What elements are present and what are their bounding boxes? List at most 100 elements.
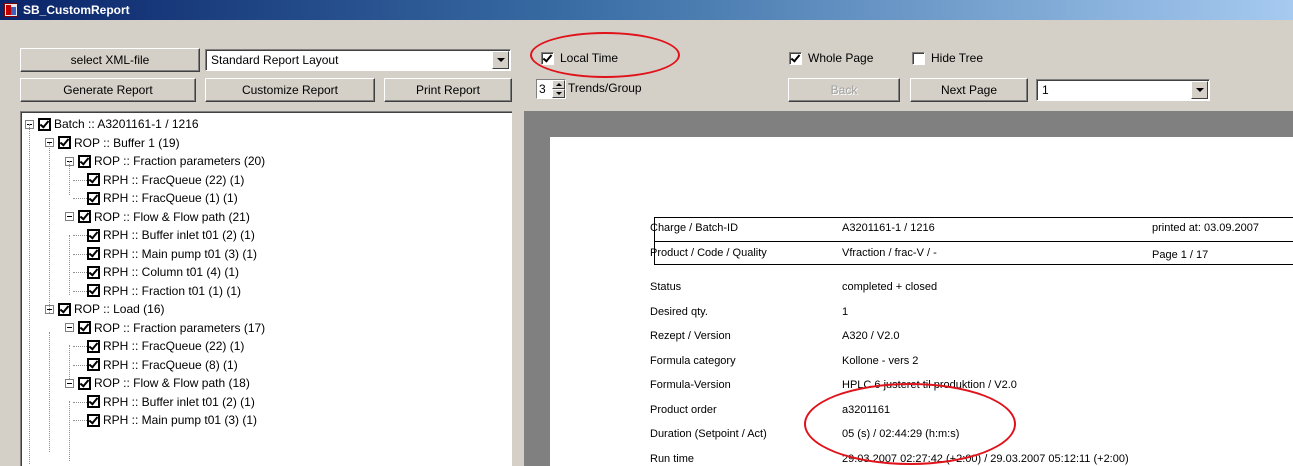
chevron-down-icon[interactable] [1191,81,1208,99]
local-time-label: Local Time [560,51,619,65]
spinner-arrows[interactable] [552,80,565,98]
next-page-button[interactable]: Next Page [910,78,1028,102]
layout-select[interactable]: Standard Report Layout [205,49,511,71]
tree-checkbox[interactable] [38,117,51,131]
tree-node-label: ROP :: Fraction parameters (17) [94,320,266,335]
report-row-label: Status [650,281,682,293]
tree-node[interactable]: RPH :: Main pump t01 (3) (1) [87,411,257,429]
page-select-value: 1 [1042,83,1049,97]
report-header-label: Charge / Batch-ID [650,222,739,234]
tree-checkbox[interactable] [87,395,100,408]
tree-node-label: ROP :: Load (16) [74,302,165,316]
tree-checkbox[interactable] [78,210,91,223]
hide-tree-checkbox[interactable]: Hide Tree [912,49,983,67]
tree-connector [69,345,70,379]
tree-node[interactable]: RPH :: Main pump t01 (3) (1) [87,245,257,263]
chevron-down-icon[interactable] [492,51,509,69]
spin-down-icon[interactable] [552,89,565,98]
report-header-value: A3201161-1 / 1216 [842,222,935,234]
report-row-value: Kollone - vers 2 [842,354,919,367]
tree-connector [73,198,87,199]
tree-connector [49,332,50,452]
local-time-checkbox[interactable]: Local Time [541,49,618,67]
tree-connector [69,401,70,461]
tree-checkbox[interactable] [87,228,100,242]
report-row-label: Rezept / Version [650,330,731,342]
report-header-label: Product / Code / Quality [650,247,767,259]
page-select[interactable]: 1 [1036,79,1210,101]
tree-checkbox[interactable] [87,413,100,427]
tree-node[interactable]: ROP :: Fraction parameters (20) [65,152,265,170]
tree-node[interactable]: RPH :: FracQueue (1) (1) [87,189,238,207]
tree-checkbox[interactable] [87,358,100,371]
report-row-label: Duration (Setpoint / Act) [650,428,767,440]
tree-node[interactable]: ROP :: Load (16) [45,300,165,318]
tree-node-label: RPH :: Fraction t01 (1) (1) [103,283,242,298]
tree-node[interactable]: RPH :: Fraction t01 (1) (1) [87,282,241,300]
print-report-button[interactable]: Print Report [384,78,512,102]
tree-connector [73,401,87,403]
trends-value[interactable]: 3 [537,82,552,96]
tree-node[interactable]: ROP :: Flow & Flow path (18) [65,374,250,392]
whole-page-checkbox[interactable]: Whole Page [789,49,873,67]
tree-node[interactable]: ROP :: Flow & Flow path (21) [65,208,250,226]
tree-checkbox[interactable] [58,302,71,316]
tree-checkbox[interactable] [78,154,91,168]
trends-spinner[interactable]: 3 [536,79,566,99]
tree-checkbox[interactable] [87,265,100,279]
report-row-label: Desired qty. [650,305,708,318]
local-time-check-box[interactable] [541,51,554,65]
tree-node[interactable]: ROP :: Buffer 1 (19) [45,134,180,152]
collapse-icon[interactable] [65,378,74,388]
tree-node[interactable]: RPH :: Buffer inlet t01 (2) (1) [87,393,255,411]
tree-checkbox[interactable] [87,247,100,260]
tree-checkbox[interactable] [87,284,100,297]
tree-checkbox[interactable] [87,173,100,186]
tree-node-label: RPH :: Main pump t01 (3) (1) [103,246,258,261]
tree-node-label: ROP :: Buffer 1 (19) [74,135,180,150]
tree-node[interactable]: Batch :: A3201161-1 / 1216 [25,115,199,133]
tree-node-label: RPH :: FracQueue (8) (1) [103,357,238,372]
tree-node-label: RPH :: Buffer inlet t01 (2) (1) [103,394,255,409]
tree-node[interactable]: RPH :: FracQueue (22) (1) [87,171,244,189]
collapse-icon[interactable] [65,323,74,332]
report-row-label: Formula category [650,354,736,367]
tree-node-label: RPH :: FracQueue (22) (1) [103,339,245,353]
tree-checkbox[interactable] [58,136,71,149]
report-preview[interactable]: Charge / Batch-ID A3201161-1 / 1216 printe… [524,111,1293,466]
tree-node[interactable]: RPH :: Column t01 (4) (1) [87,263,239,281]
report-tree[interactable]: Batch :: A3201161-1 / 1216ROP :: Buffer … [20,111,512,466]
tree-checkbox[interactable] [78,376,91,390]
tree-node-label: ROP :: Flow & Flow path (18) [94,376,250,390]
tree-checkbox[interactable] [87,339,100,353]
tree-connector [73,235,87,236]
report-row-value: 29.03.2007 02:27:42 (+2:00) / 29.03.2007… [842,452,1129,465]
report-row-value: completed + closed [842,281,938,293]
report-row-value: 05 (s) / 02:44:29 (h:m:s) [842,428,960,440]
title-bar: SB_CustomReport [0,0,1293,20]
tree-node-label: RPH :: Buffer inlet t01 (2) (1) [103,228,255,242]
tree-connector [29,124,30,464]
report-row-value: 1 [842,305,849,318]
back-button[interactable]: Back [788,78,900,102]
whole-page-check-box[interactable] [789,51,802,65]
tree-node[interactable]: RPH :: Buffer inlet t01 (2) (1) [87,226,255,244]
tree-checkbox[interactable] [78,321,91,334]
generate-report-button[interactable]: Generate Report [20,78,196,102]
report-page: Charge / Batch-ID A3201161-1 / 1216 printe… [550,137,1293,466]
tree-node-label: RPH :: FracQueue (22) (1) [103,172,245,187]
layout-select-value: Standard Report Layout [211,53,339,67]
window-title: SB_CustomReport [23,3,130,17]
tree-node[interactable]: RPH :: FracQueue (8) (1) [87,356,238,374]
report-header-note: printed at: 03.09.2007 [1152,222,1260,234]
trends-label: Trends/Group [568,81,642,95]
customize-report-button[interactable]: Customize Report [205,78,375,102]
select-xml-button[interactable]: select XML-file [20,48,200,72]
tree-node-label: ROP :: Flow & Flow path (21) [94,209,250,224]
collapse-icon[interactable] [65,212,74,221]
tree-node[interactable]: RPH :: FracQueue (22) (1) [87,337,244,355]
tree-node[interactable]: ROP :: Fraction parameters (17) [65,319,265,337]
hide-tree-check-box[interactable] [912,51,925,65]
spin-up-icon[interactable] [552,80,565,89]
tree-checkbox[interactable] [87,191,100,205]
